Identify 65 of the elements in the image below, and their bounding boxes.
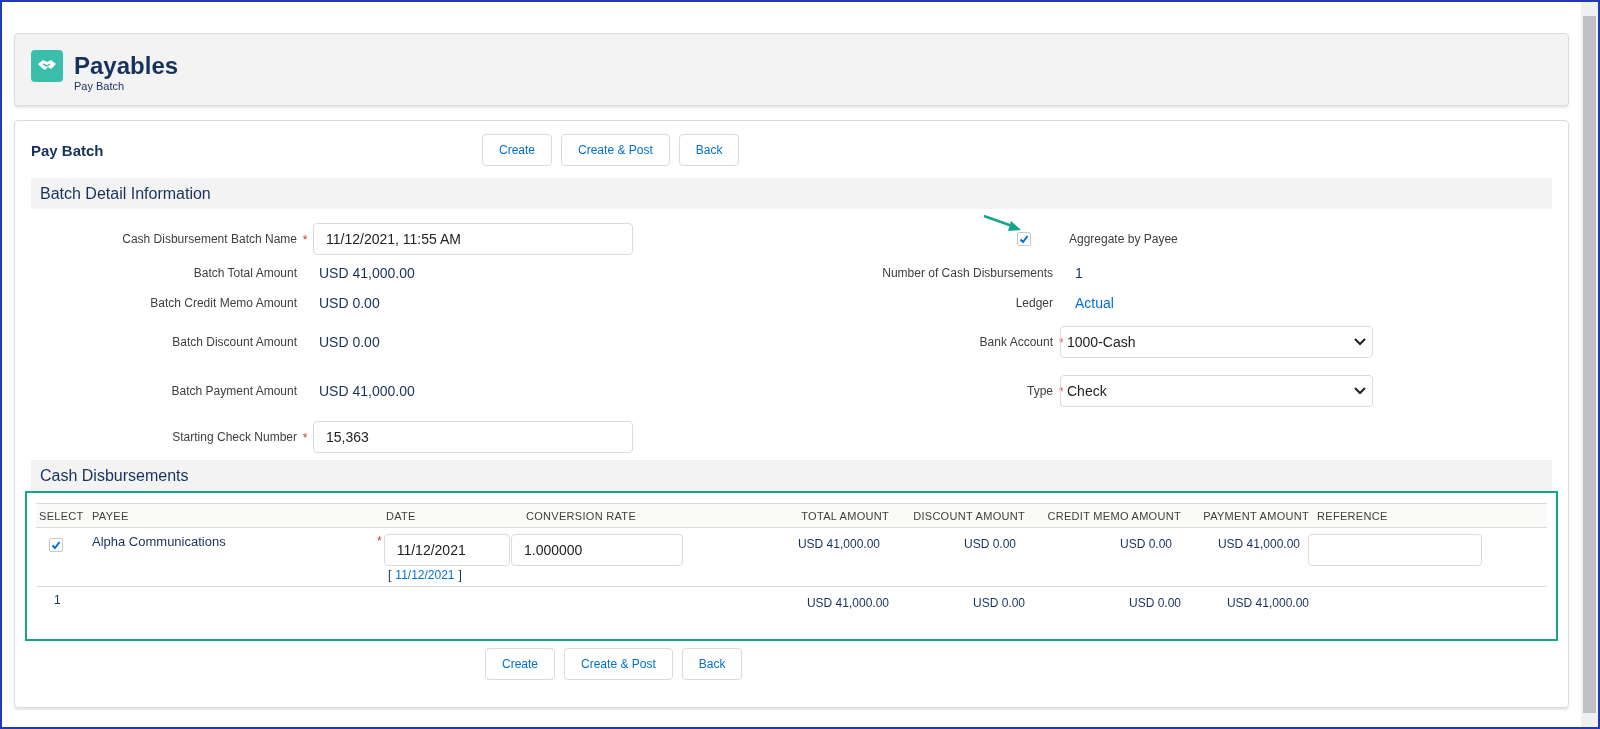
column-header: SELECT — [38, 509, 85, 522]
checkbox[interactable] — [49, 538, 63, 552]
column-header: REFERENCE — [1316, 509, 1389, 522]
field-label: Starting Check Number — [172, 430, 297, 444]
checkbox[interactable] — [1017, 232, 1031, 246]
column-header: CONVERSION RATE — [526, 509, 638, 522]
date-link[interactable]: 11/12/2021 — [395, 568, 455, 582]
required-mark: * — [302, 233, 308, 247]
total-cell: USD 41,000.00 — [806, 596, 889, 610]
bracket-text: ] — [458, 568, 462, 582]
action-button[interactable]: Create — [482, 134, 553, 166]
column-header: TOTAL AMOUNT — [800, 509, 889, 522]
field-label: Type — [1027, 384, 1053, 398]
total-cell: USD 41,000.00 — [1226, 596, 1309, 610]
action-button[interactable]: Create — [485, 648, 556, 680]
column-header: DISCOUNT AMOUNT — [912, 509, 1025, 522]
page-subtitle: Pay Batch — [74, 79, 126, 92]
column-header: PAYEE — [92, 509, 130, 522]
total-cell: USD 0.00 — [1128, 596, 1181, 610]
chevron-down-icon — [1354, 387, 1366, 395]
field-label: Cash Disbursement Batch Name — [122, 232, 297, 246]
date-input[interactable]: 11/12/2021 — [383, 534, 510, 566]
table-cell: USD 0.00 — [1119, 537, 1172, 551]
chevron-down-icon — [1354, 337, 1366, 346]
ledger-link[interactable]: Actual — [1075, 295, 1114, 311]
table-cell: USD 0.00 — [963, 537, 1016, 551]
action-button[interactable]: Create & Post — [561, 134, 670, 166]
total-cell: USD 0.00 — [972, 596, 1025, 610]
field-label: Batch Payment Amount — [171, 384, 297, 398]
checkbox-label: Aggregate by Payee — [1069, 232, 1178, 246]
field-label: Batch Discount Amount — [172, 334, 297, 349]
field-label: Number of Cash Disbursements — [882, 266, 1053, 280]
text-input[interactable]: 11/12/2021, 11:55 AM — [313, 223, 633, 255]
action-button[interactable]: Back — [681, 648, 743, 680]
field-label: Ledger — [1015, 296, 1053, 310]
action-button[interactable]: Back — [678, 134, 740, 166]
page-title: Pay Batch — [31, 141, 105, 159]
field-value: USD 41,000.00 — [319, 383, 415, 399]
annotation-arrow — [983, 214, 1023, 232]
field-value: USD 0.00 — [319, 295, 380, 311]
column-header: DATE — [385, 509, 417, 522]
required-mark: * — [377, 534, 382, 548]
required-mark: * — [302, 431, 308, 445]
conversion-rate-input[interactable]: 1.000000 — [511, 534, 683, 566]
column-header: PAYMENT AMOUNT — [1202, 509, 1309, 522]
field-value: 1 — [1075, 265, 1083, 281]
text-input[interactable]: 15,363 — [313, 421, 633, 453]
field-label: Batch Credit Memo Amount — [150, 296, 297, 310]
field-label: Bank Account — [979, 334, 1053, 349]
field-value: USD 41,000.00 — [319, 265, 415, 281]
field-value: USD 0.00 — [319, 333, 380, 350]
action-button[interactable]: Create & Post — [564, 648, 673, 680]
row-count: 1 — [54, 593, 61, 607]
table-cell: USD 41,000.00 — [1217, 537, 1300, 551]
column-header: CREDIT MEMO AMOUNT — [1046, 509, 1181, 522]
bracket-text: [ — [388, 568, 392, 582]
handshake-icon — [31, 50, 63, 82]
section-header: Batch Detail Information — [31, 178, 1552, 209]
section-header: Cash Disbursements — [31, 460, 1552, 491]
payee-name: Alpha Communications — [92, 534, 226, 549]
app-title: Payables — [74, 51, 179, 80]
table-cell: USD 41,000.00 — [797, 537, 880, 551]
reference-input[interactable] — [1308, 534, 1482, 566]
scrollbar[interactable] — [1581, 2, 1598, 727]
field-label: Batch Total Amount — [193, 266, 297, 280]
